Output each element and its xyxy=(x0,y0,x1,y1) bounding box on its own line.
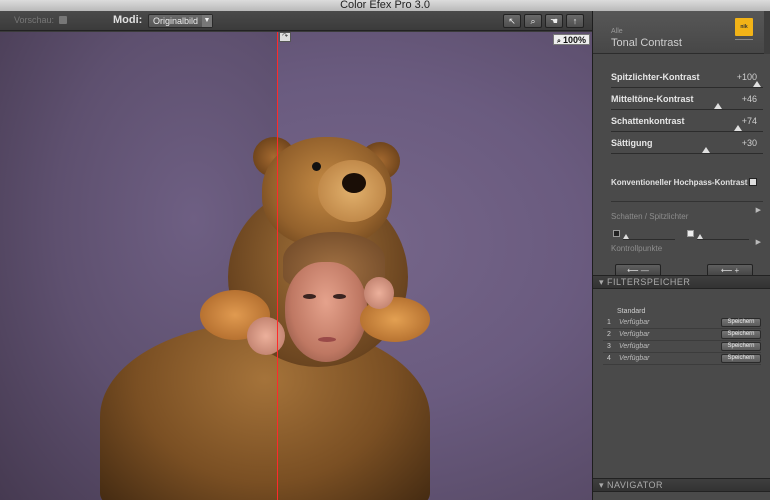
modes-label: Modi: xyxy=(113,14,143,26)
eyedropper-icon: ↑ xyxy=(572,16,578,26)
slider-value: +30 xyxy=(741,138,757,148)
window-title: Color Efex Pro 3.0 xyxy=(340,0,430,11)
save-preset-button[interactable]: Speichern xyxy=(721,330,761,339)
shadows-highlights-header[interactable]: Schatten / Spitzlichter ▶ xyxy=(611,206,763,221)
slider-label: Mitteltöne-Kontrast xyxy=(611,94,694,104)
mode-select[interactable]: Originalbild ▼ xyxy=(148,14,213,28)
photo-bear-nose xyxy=(342,173,366,193)
photo-face xyxy=(285,262,367,362)
slider-thumb[interactable] xyxy=(713,103,722,109)
arrow-tool-button[interactable]: ↖ xyxy=(503,14,521,28)
save-preset-button[interactable]: Speichern xyxy=(721,318,761,327)
slider-track[interactable] xyxy=(611,109,763,110)
slider-value: +46 xyxy=(741,94,757,104)
photo-bear-eye xyxy=(312,162,321,171)
highpass-checkbox[interactable] xyxy=(749,178,757,186)
filter-header: Alle Tonal Contrast nik xyxy=(593,11,770,54)
arrow-icon: ↖ xyxy=(508,16,516,26)
checkbox-label: Konventioneller Hochpass-Kontrast xyxy=(611,178,748,187)
zoom-value: 100% xyxy=(562,35,586,45)
shadow-swatch-icon xyxy=(613,230,620,237)
slider-shadow-contrast[interactable]: Schattenkontrast +74 xyxy=(611,116,763,136)
chevron-down-icon: ▾ xyxy=(599,277,608,287)
slider-label: Sättigung xyxy=(611,138,653,148)
magnifier-icon: ⌕ xyxy=(557,38,561,45)
preset-standard[interactable]: Standard xyxy=(617,308,645,315)
chevron-down-icon: ▾ xyxy=(599,480,608,490)
slider-label: Spitzlichter-Kontrast xyxy=(611,72,700,82)
filter-memory-header[interactable]: ▾ FILTERSPEICHER xyxy=(593,275,770,289)
navigator-header[interactable]: ▾ NAVIGATOR xyxy=(593,478,770,492)
divider xyxy=(611,201,763,202)
logo-underline xyxy=(735,39,753,40)
preset-row[interactable]: 1 Verfügbar Speichern xyxy=(603,318,761,329)
chevron-right-icon: ▶ xyxy=(755,207,761,214)
hand-tool-button[interactable]: ☚ xyxy=(545,14,563,28)
split-preview-line[interactable] xyxy=(277,32,278,500)
highlight-swatch-icon xyxy=(687,230,694,237)
slider-track[interactable] xyxy=(611,87,763,88)
preset-row[interactable]: 4 Verfügbar Speichern xyxy=(603,354,761,365)
preset-row[interactable]: 3 Verfügbar Speichern xyxy=(603,342,761,353)
slider-track[interactable] xyxy=(611,131,763,132)
photo-eye xyxy=(303,294,316,299)
hand-icon: ☚ xyxy=(549,16,559,26)
zoom-tool-button[interactable]: ⌕ xyxy=(524,14,542,28)
chevron-right-icon: ▶ xyxy=(755,239,761,246)
slider-saturation[interactable]: Sättigung +30 xyxy=(611,138,763,158)
window-title-bar: Color Efex Pro 3.0 xyxy=(0,0,770,11)
slider-value: +74 xyxy=(741,116,757,126)
slider-label: Schattenkontrast xyxy=(611,116,685,126)
slider-thumb[interactable] xyxy=(701,147,710,153)
photo-eye xyxy=(333,294,346,299)
slider-midtone-contrast[interactable]: Mitteltöne-Kontrast +46 xyxy=(611,94,763,114)
split-rotate-icon[interactable]: ↷ xyxy=(279,32,291,42)
photo-hand xyxy=(247,317,285,355)
panel-empty-area xyxy=(593,372,770,489)
filter-category: Alle xyxy=(611,28,623,35)
toolbar: Vorschau: Modi: Originalbild ▼ ↖ ⌕ ☚ ↑ xyxy=(0,11,592,31)
preset-row[interactable]: 2 Verfügbar Speichern xyxy=(603,330,761,341)
preview-toggle-icon[interactable] xyxy=(59,16,67,24)
eyedropper-tool-button[interactable]: ↑ xyxy=(566,14,584,28)
nik-logo-icon: nik xyxy=(735,18,753,36)
slider-thumb[interactable] xyxy=(734,125,743,131)
save-preset-button[interactable]: Speichern xyxy=(721,342,761,351)
preview-label: Vorschau: xyxy=(14,15,55,25)
mode-select-value: Originalbild xyxy=(153,16,199,26)
save-preset-button[interactable]: Speichern xyxy=(721,354,761,363)
filter-name: Tonal Contrast xyxy=(611,37,682,49)
panel-collapse-handle[interactable] xyxy=(764,11,770,54)
slider-highlight-contrast[interactable]: Spitzlichter-Kontrast +100 xyxy=(611,72,763,92)
zoom-indicator[interactable]: ⌕ 100% xyxy=(553,34,590,45)
magnifier-icon: ⌕ xyxy=(530,16,536,26)
chevron-down-icon: ▼ xyxy=(202,15,212,27)
control-points-header[interactable]: Kontrollpunkte ▶ xyxy=(611,238,763,253)
image-canvas[interactable]: ↷ ⌕ 100% xyxy=(0,32,592,500)
highpass-contrast-checkbox-row[interactable]: Konventioneller Hochpass-Kontrast xyxy=(611,177,763,189)
filter-panel: Alle Tonal Contrast nik Spitzlichter-Kon… xyxy=(592,11,770,500)
slider-thumb[interactable] xyxy=(753,81,761,87)
photo-hand xyxy=(364,277,394,309)
slider-track[interactable] xyxy=(611,153,763,154)
photo-mouth xyxy=(318,337,336,342)
